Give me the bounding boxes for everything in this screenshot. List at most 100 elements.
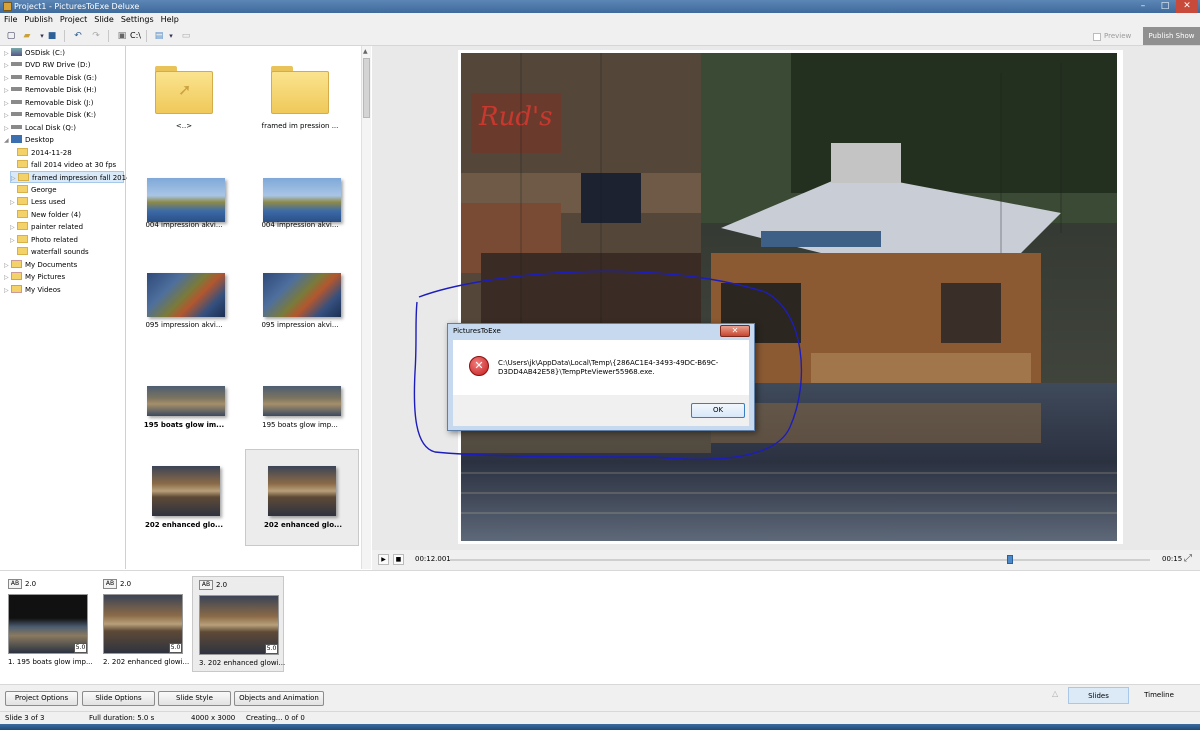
error-dialog: PicturesToExe ✕ ✕ C:\Users\jk\AppData\Lo… <box>447 323 755 431</box>
close-window-button[interactable]: ✕ <box>1176 0 1198 13</box>
collapse-arrow-icon[interactable]: ◢ <box>4 135 11 147</box>
file-caption: 195 boats glow imp... <box>262 421 338 429</box>
dialog-close-button[interactable]: ✕ <box>720 325 750 337</box>
tree-item-folder[interactable]: New folder (4) <box>10 209 81 221</box>
slide-item[interactable]: AB 2.0 5.0 1. 195 boats glow imp... <box>2 576 94 672</box>
tree-item-removable-k[interactable]: ▷ Removable Disk (K:) <box>4 109 96 121</box>
tree-item-folder[interactable]: George <box>10 184 57 196</box>
stop-icon[interactable]: ■ <box>393 554 404 565</box>
tree-item-my-documents[interactable]: ▷ My Documents <box>4 259 77 271</box>
expand-arrow-icon[interactable]: ▷ <box>4 85 11 97</box>
file-thumb-parent[interactable]: ➚ <..> <box>127 46 241 141</box>
tree-label: My Documents <box>25 261 78 269</box>
open-project-icon[interactable]: ▰ <box>21 30 33 42</box>
file-thumb-image[interactable]: 004 impression akvi... <box>127 156 241 251</box>
expand-arrow-icon[interactable]: ▷ <box>10 222 17 234</box>
preview-label: Preview <box>1104 32 1132 40</box>
pictures-icon <box>11 272 22 280</box>
tab-timeline[interactable]: Timeline <box>1131 687 1187 704</box>
project-options-button[interactable]: Project Options <box>5 691 78 706</box>
menu-help[interactable]: Help <box>157 13 182 26</box>
tree-item-removable-j[interactable]: ▷ Removable Disk (J:) <box>4 97 93 109</box>
redo-icon[interactable]: ↷ <box>90 30 102 42</box>
expand-arrow-icon[interactable]: ▷ <box>4 285 11 297</box>
view-dropdown-icon[interactable]: ▾ <box>165 30 177 42</box>
new-project-icon[interactable]: ▢ <box>5 30 17 42</box>
fullscreen-icon[interactable]: ⤢ <box>1184 553 1192 564</box>
slide-item-selected[interactable]: AB 2.0 5.0 3. 202 enhanced glowi... <box>192 576 285 672</box>
tree-item-dvd[interactable]: ▷ DVD RW Drive (D:) <box>4 59 91 71</box>
scroll-up-icon[interactable]: ▲ <box>363 48 368 55</box>
preview-toggle[interactable]: Preview <box>1092 30 1140 43</box>
preview-checkbox[interactable] <box>1093 33 1101 41</box>
scrollbar-thumb[interactable] <box>363 58 370 118</box>
dialog-message: C:\Users\jk\AppData\Local\Temp\{286AC1E4… <box>498 359 719 376</box>
tree-item-folder[interactable]: fall 2014 video at 30 fps <box>10 159 116 171</box>
transition-ab-icon[interactable]: AB <box>103 579 117 589</box>
bottom-button-bar: Project Options Slide Options Slide Styl… <box>0 684 1200 711</box>
tree-item-local-q[interactable]: ▷ Local Disk (Q:) <box>4 122 76 134</box>
tree-label: Removable Disk (K:) <box>25 111 96 119</box>
tree-item-osdisk[interactable]: ▷ OSDisk (C:) <box>4 47 65 59</box>
menu-settings[interactable]: Settings <box>117 13 157 26</box>
svg-text:Rud's: Rud's <box>478 102 552 132</box>
removable-disk-icon <box>11 100 22 104</box>
ok-button[interactable]: OK <box>691 403 745 418</box>
collapse-triangle-icon[interactable]: △ <box>1052 689 1058 698</box>
tree-item-my-videos[interactable]: ▷ My Videos <box>4 284 61 296</box>
expand-arrow-icon[interactable]: ▷ <box>4 272 11 284</box>
save-icon[interactable]: ■ <box>46 30 58 42</box>
menu-project[interactable]: Project <box>56 13 90 26</box>
menu-slide[interactable]: Slide <box>90 13 117 26</box>
file-thumb-folder[interactable]: framed im pression ... <box>243 46 357 141</box>
app-icon <box>3 2 12 11</box>
file-caption: 202 enhanced glo... <box>144 521 223 529</box>
transition-ab-icon[interactable]: AB <box>199 580 213 590</box>
tree-item-folder[interactable]: ▷ Less used <box>10 196 65 208</box>
file-thumb-image[interactable]: 004 impression akvi... <box>243 156 357 251</box>
undo-icon[interactable]: ↶ <box>72 30 84 42</box>
tree-item-folder[interactable]: ▷ Photo related <box>10 234 78 246</box>
slide-style-button[interactable]: Slide Style <box>158 691 231 706</box>
play-icon[interactable]: ▶ <box>378 554 389 565</box>
slide-item[interactable]: AB 2.0 5.0 2. 202 enhanced glowi... <box>97 576 189 672</box>
tree-item-folder[interactable]: waterfall sounds <box>10 246 89 258</box>
tree-label: Removable Disk (G:) <box>25 74 97 82</box>
timeline-slider[interactable] <box>450 555 1150 564</box>
tree-item-folder[interactable]: 2014-11-28 <box>10 147 72 159</box>
view-mode-icon[interactable]: ▤ <box>153 30 165 42</box>
tree-item-removable-h[interactable]: ▷ Removable Disk (H:) <box>4 84 97 96</box>
slider-knob[interactable] <box>1007 555 1013 564</box>
path-label[interactable]: C:\ <box>130 30 141 42</box>
file-thumb-image[interactable]: 095 impression akvi... <box>127 256 241 351</box>
tree-label: My Pictures <box>25 273 66 281</box>
tree-item-desktop[interactable]: ◢ Desktop <box>4 134 54 146</box>
file-thumb-image[interactable]: 202 enhanced glo... <box>127 450 241 545</box>
vertical-scrollbar[interactable]: ▲ <box>361 46 371 569</box>
tree-item-folder[interactable]: ▷ painter related <box>10 221 83 233</box>
tree-label: Removable Disk (H:) <box>25 86 97 94</box>
transition-ab-icon[interactable]: AB <box>8 579 22 589</box>
expand-arrow-icon[interactable]: ▷ <box>4 110 11 122</box>
tree-item-framed-impression[interactable]: ▷ framed impression fall 2014 <box>10 171 131 183</box>
toolbar-separator <box>108 30 109 42</box>
path-icon[interactable]: ▣ <box>116 30 128 42</box>
file-thumb-image[interactable]: 095 impression akvi... <box>243 256 357 351</box>
publish-show-button[interactable]: Publish Show <box>1143 27 1200 45</box>
refresh-icon[interactable]: ▭ <box>180 30 192 42</box>
minimize-button[interactable]: – <box>1132 0 1154 13</box>
expand-arrow-icon[interactable]: ▷ <box>10 197 17 209</box>
tab-slides[interactable]: Slides <box>1068 687 1129 704</box>
menu-file[interactable]: File <box>0 13 20 26</box>
dialog-footer: OK <box>453 395 749 426</box>
removable-disk-icon <box>11 112 22 116</box>
maximize-button[interactable]: □ <box>1154 0 1176 13</box>
menu-publish[interactable]: Publish <box>20 13 56 26</box>
tree-label: waterfall sounds <box>31 248 89 256</box>
file-thumb-image-selected[interactable]: 202 enhanced glo... <box>245 449 359 546</box>
expand-arrow-icon[interactable]: ▷ <box>4 60 11 72</box>
tree-item-my-pictures[interactable]: ▷ My Pictures <box>4 271 65 283</box>
slide-options-button[interactable]: Slide Options <box>82 691 155 706</box>
objects-animation-button[interactable]: Objects and Animation <box>234 691 324 706</box>
tree-item-removable-g[interactable]: ▷ Removable Disk (G:) <box>4 72 97 84</box>
